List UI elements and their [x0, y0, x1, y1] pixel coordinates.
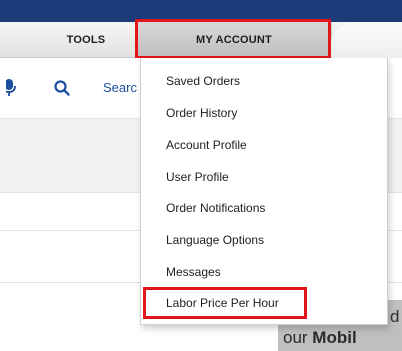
menu-item-language-options[interactable]: Language Options: [166, 233, 264, 247]
menu-item-order-history[interactable]: Order History: [166, 106, 237, 120]
banner-line2-bold: Mobil: [312, 328, 357, 347]
tab-tools-label: TOOLS: [66, 34, 106, 46]
banner-line2-text: our Mobil: [283, 328, 357, 348]
nav-bar-end: [330, 22, 402, 58]
banner-line2-prefix: our: [283, 328, 313, 347]
banner-line1-text: d: [390, 307, 400, 326]
labor-price-highlight-box: [143, 287, 307, 319]
my-account-highlight-box: [135, 19, 331, 59]
menu-item-account-profile[interactable]: Account Profile: [166, 138, 247, 152]
search-label[interactable]: Searc: [103, 80, 137, 95]
microphone-icon[interactable]: [2, 79, 20, 97]
search-icon[interactable]: [53, 79, 71, 97]
my-account-dropdown: [140, 58, 388, 325]
menu-item-order-notifications[interactable]: Order Notifications: [166, 201, 265, 215]
menu-item-saved-orders[interactable]: Saved Orders: [166, 74, 240, 88]
menu-item-user-profile[interactable]: User Profile: [166, 170, 229, 184]
menu-item-messages[interactable]: Messages: [166, 265, 221, 279]
tab-tools[interactable]: TOOLS: [0, 22, 136, 58]
